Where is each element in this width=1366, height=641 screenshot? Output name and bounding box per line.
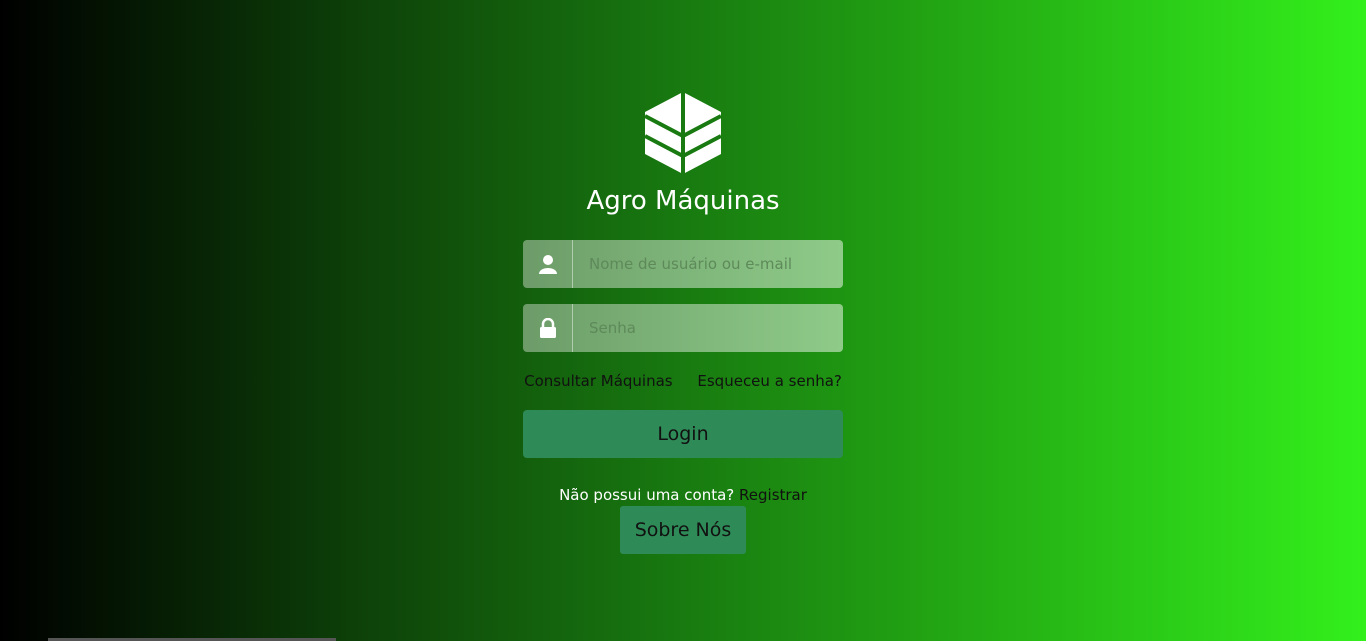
form-links: Consultar Máquinas Esqueceu a senha?: [0, 372, 1366, 390]
login-button[interactable]: Login: [523, 410, 843, 458]
lock-icon: [523, 304, 573, 352]
logo-icon: [644, 92, 722, 174]
brand-title: Agro Máquinas: [586, 186, 780, 216]
username-field[interactable]: [523, 240, 843, 288]
register-link[interactable]: Registrar: [739, 486, 807, 504]
user-icon: [523, 240, 573, 288]
password-field[interactable]: [523, 304, 843, 352]
username-input[interactable]: [573, 240, 843, 288]
register-line: Não possui uma conta? Registrar: [0, 486, 1366, 504]
password-input[interactable]: [573, 304, 843, 352]
forgot-password-link[interactable]: Esqueceu a senha?: [697, 372, 841, 390]
register-prompt: Não possui uma conta?: [559, 486, 735, 504]
consult-machines-link[interactable]: Consultar Máquinas: [524, 372, 673, 390]
about-button[interactable]: Sobre Nós: [620, 506, 746, 554]
